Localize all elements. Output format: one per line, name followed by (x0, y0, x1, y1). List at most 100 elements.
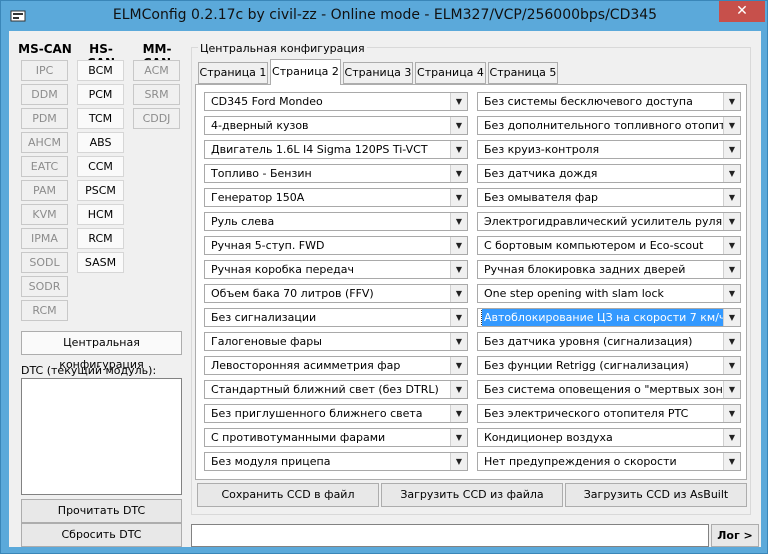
dropdown-arrow-icon[interactable]: ▼ (450, 405, 467, 422)
dropdown-arrow-icon[interactable]: ▼ (723, 333, 740, 350)
option-right-11[interactable]: Без датчика уровня (сигнализация) ▼ (477, 332, 741, 351)
dropdown-arrow-icon[interactable]: ▼ (723, 213, 740, 230)
option-right-5[interactable]: Без омывателя фар ▼ (477, 188, 741, 207)
option-left-7[interactable]: Ручная 5-ступ. FWD ▼ (204, 236, 468, 255)
option-right-2[interactable]: Без дополнительного топливного отопителя… (477, 116, 741, 135)
module-button-rcm[interactable]: RCM (21, 300, 68, 321)
dropdown-arrow-icon[interactable]: ▼ (723, 453, 740, 470)
dropdown-arrow-icon[interactable]: ▼ (723, 405, 740, 422)
module-button-ipc[interactable]: IPC (21, 60, 68, 81)
module-button-ahcm[interactable]: AHCM (21, 132, 68, 153)
dropdown-arrow-icon[interactable]: ▼ (450, 189, 467, 206)
option-right-9[interactable]: One step opening with slam lock ▼ (477, 284, 741, 303)
dropdown-arrow-icon[interactable]: ▼ (723, 141, 740, 158)
module-button-ddm[interactable]: DDM (21, 84, 68, 105)
dropdown-arrow-icon[interactable]: ▼ (450, 117, 467, 134)
dropdown-arrow-icon[interactable]: ▼ (723, 189, 740, 206)
dropdown-arrow-icon[interactable]: ▼ (723, 309, 740, 326)
dropdown-arrow-icon[interactable]: ▼ (450, 333, 467, 350)
option-left-9[interactable]: Объем бака 70 литров (FFV) ▼ (204, 284, 468, 303)
load-ccd-asbuilt-button[interactable]: Загрузить CCD из AsBuilt (565, 483, 747, 507)
module-button-pcm[interactable]: PCM (77, 84, 124, 105)
log-button[interactable]: Лог > (711, 524, 759, 547)
module-button-pam[interactable]: PAM (21, 180, 68, 201)
module-button-kvm[interactable]: KVM (21, 204, 68, 225)
option-left-11[interactable]: Галогеновые фары ▼ (204, 332, 468, 351)
central-config-button[interactable]: Центральная конфигурация (21, 331, 182, 371)
module-button-eatc[interactable]: EATC (21, 156, 68, 177)
option-left-3[interactable]: Двигатель 1.6L I4 Sigma 120PS Ti-VCT ▼ (204, 140, 468, 159)
tab-page-4[interactable]: Страница 4 (415, 62, 486, 84)
option-left-15[interactable]: С противотуманными фарами ▼ (204, 428, 468, 447)
option-right-1[interactable]: Без системы бесключевого доступа ▼ (477, 92, 741, 111)
module-button-ccm[interactable]: CCM (77, 156, 124, 177)
option-right-14[interactable]: Без электрического отопителя PTC ▼ (477, 404, 741, 423)
tab-page-1[interactable]: Страница 1 (198, 62, 268, 84)
module-button-acm[interactable]: ACM (133, 60, 180, 81)
dropdown-arrow-icon[interactable]: ▼ (450, 237, 467, 254)
module-button-tcm[interactable]: TCM (77, 108, 124, 129)
option-right-12[interactable]: Без фунции Retrigg (сигнализация) ▼ (477, 356, 741, 375)
option-left-10[interactable]: Без сигнализации ▼ (204, 308, 468, 327)
module-button-rcm[interactable]: RCM (77, 228, 124, 249)
dropdown-arrow-icon[interactable]: ▼ (723, 357, 740, 374)
option-right-4[interactable]: Без датчика дождя ▼ (477, 164, 741, 183)
tab-page-2[interactable]: Страница 2 (270, 59, 341, 85)
option-right-6[interactable]: Электрогидравлический усилитель руля ▼ (477, 212, 741, 231)
dropdown-arrow-icon[interactable]: ▼ (723, 261, 740, 278)
dropdown-arrow-icon[interactable]: ▼ (450, 93, 467, 110)
dropdown-arrow-icon[interactable]: ▼ (450, 309, 467, 326)
module-button-ipma[interactable]: IPMA (21, 228, 68, 249)
title-bar[interactable]: ELMConfig 0.2.17c by civil-zz - Online m… (1, 1, 768, 31)
option-right-15[interactable]: Кондиционер воздуха ▼ (477, 428, 741, 447)
option-left-12[interactable]: Левосторонняя асимметрия фар ▼ (204, 356, 468, 375)
option-right-3[interactable]: Без круиз-контроля ▼ (477, 140, 741, 159)
module-button-hcm[interactable]: HCM (77, 204, 124, 225)
dropdown-arrow-icon[interactable]: ▼ (723, 237, 740, 254)
option-left-16[interactable]: Без модуля прицепа ▼ (204, 452, 468, 471)
module-button-sodl[interactable]: SODL (21, 252, 68, 273)
clear-dtc-button[interactable]: Сбросить DTC (21, 523, 182, 547)
dropdown-arrow-icon[interactable]: ▼ (450, 165, 467, 182)
dropdown-arrow-icon[interactable]: ▼ (450, 261, 467, 278)
option-left-5[interactable]: Генератор 150A ▼ (204, 188, 468, 207)
option-left-13[interactable]: Стандартный ближний свет (без DTRL) ▼ (204, 380, 468, 399)
dropdown-arrow-icon[interactable]: ▼ (450, 453, 467, 470)
dropdown-arrow-icon[interactable]: ▼ (723, 93, 740, 110)
close-button[interactable]: ✕ (719, 1, 765, 22)
dropdown-arrow-icon[interactable]: ▼ (450, 213, 467, 230)
dropdown-arrow-icon[interactable]: ▼ (723, 165, 740, 182)
module-button-srm[interactable]: SRM (133, 84, 180, 105)
option-right-13[interactable]: Без система оповещения о "мертвых зонах"… (477, 380, 741, 399)
option-right-10[interactable]: Автоблокирование ЦЗ на скорости 7 км/ч ▼ (477, 308, 741, 327)
dropdown-arrow-icon[interactable]: ▼ (450, 141, 467, 158)
save-ccd-button[interactable]: Сохранить CCD в файл (197, 483, 379, 507)
option-left-1[interactable]: CD345 Ford Mondeo ▼ (204, 92, 468, 111)
option-left-2[interactable]: 4-дверный кузов ▼ (204, 116, 468, 135)
module-button-abs[interactable]: ABS (77, 132, 124, 153)
dropdown-arrow-icon[interactable]: ▼ (450, 285, 467, 302)
log-field[interactable] (191, 524, 709, 547)
module-button-bcm[interactable]: BCM (77, 60, 124, 81)
dropdown-arrow-icon[interactable]: ▼ (723, 429, 740, 446)
option-right-16[interactable]: Нет предупреждения о скорости ▼ (477, 452, 741, 471)
tab-page-5[interactable]: Страница 5 (488, 62, 558, 84)
option-left-14[interactable]: Без приглушенного ближнего света ▼ (204, 404, 468, 423)
module-button-cddj[interactable]: CDDJ (133, 108, 180, 129)
module-button-pdm[interactable]: PDM (21, 108, 68, 129)
module-button-sodr[interactable]: SODR (21, 276, 68, 297)
dropdown-arrow-icon[interactable]: ▼ (450, 429, 467, 446)
option-left-8[interactable]: Ручная коробка передач ▼ (204, 260, 468, 279)
option-right-7[interactable]: С бортовым компьютером и Eco-scout ▼ (477, 236, 741, 255)
option-left-4[interactable]: Топливо - Бензин ▼ (204, 164, 468, 183)
dropdown-arrow-icon[interactable]: ▼ (723, 285, 740, 302)
dropdown-arrow-icon[interactable]: ▼ (723, 381, 740, 398)
module-button-pscm[interactable]: PSCM (77, 180, 124, 201)
load-ccd-file-button[interactable]: Загрузить CCD из файла (381, 483, 563, 507)
read-dtc-button[interactable]: Прочитать DTC (21, 499, 182, 523)
dtc-list[interactable] (21, 378, 182, 495)
option-left-6[interactable]: Руль слева ▼ (204, 212, 468, 231)
option-right-8[interactable]: Ручная блокировка задних дверей ▼ (477, 260, 741, 279)
dropdown-arrow-icon[interactable]: ▼ (450, 381, 467, 398)
dropdown-arrow-icon[interactable]: ▼ (450, 357, 467, 374)
